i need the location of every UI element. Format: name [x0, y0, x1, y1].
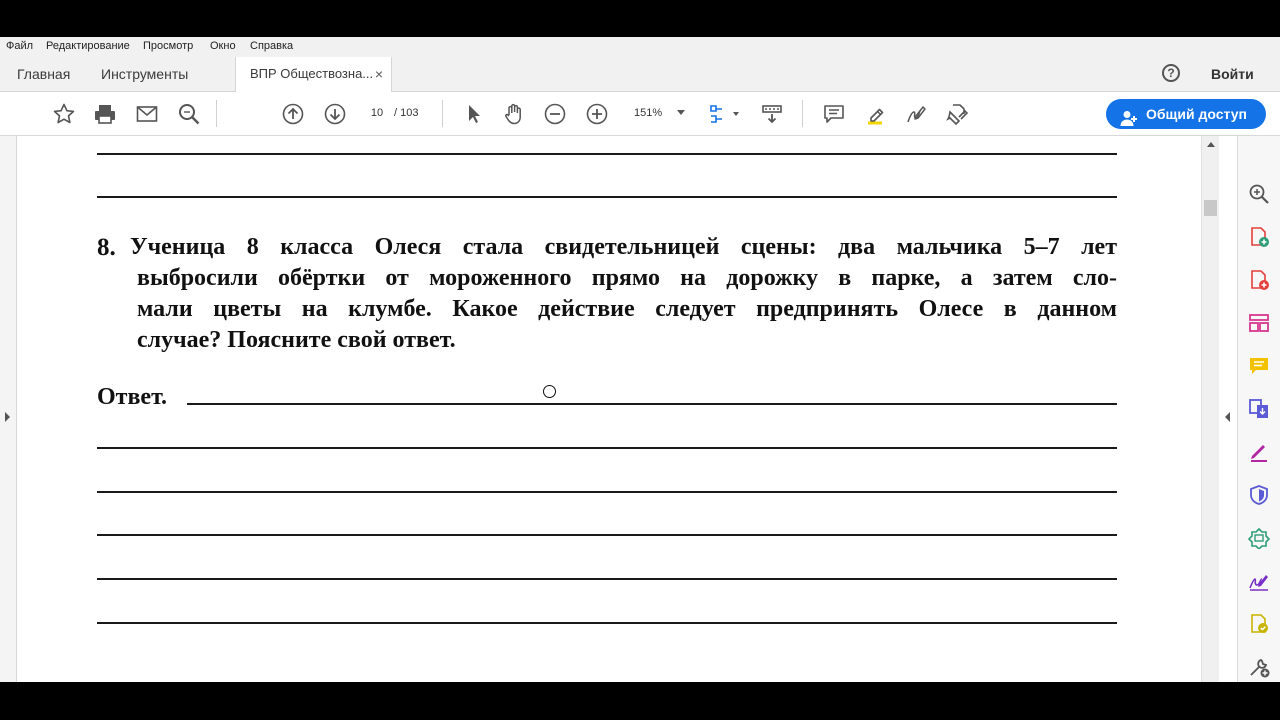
answer-rule: [97, 578, 1117, 580]
answer-rule: [97, 622, 1117, 624]
scroll-mode-icon[interactable]: [760, 102, 784, 126]
page-down-icon[interactable]: [323, 102, 347, 126]
answer-rule: [97, 196, 1117, 198]
answer-rule: [97, 491, 1117, 493]
menu-help[interactable]: Справка: [250, 40, 293, 52]
question-text-line: выбросили обёртки от мороженного прямо н…: [137, 265, 1117, 291]
page-total: / 103: [394, 107, 419, 119]
question-text-line: случае? Поясните свой ответ.: [137, 327, 456, 353]
tab-tools[interactable]: Инструменты: [101, 57, 188, 91]
help-icon[interactable]: ?: [1162, 64, 1180, 82]
zoom-select[interactable]: 151%: [626, 102, 688, 124]
mouse-cursor: [543, 385, 556, 398]
zoom-value: 151%: [634, 107, 663, 119]
question-number: 8.: [97, 234, 116, 261]
toolbar: 10 / 103 151% Общий доступ: [0, 92, 1280, 136]
hand-icon[interactable]: [502, 102, 526, 126]
menu-view[interactable]: Просмотр: [143, 40, 193, 52]
menu-file[interactable]: Файл: [6, 40, 33, 52]
mail-icon[interactable]: [135, 102, 159, 126]
page-up-icon[interactable]: [281, 102, 305, 126]
search-icon[interactable]: [177, 102, 201, 126]
share-button-label: Общий доступ: [1146, 106, 1247, 122]
zoom-out-icon[interactable]: [543, 102, 567, 126]
sign-in-button[interactable]: Войти: [1211, 57, 1254, 91]
collapse-icon: [1225, 412, 1230, 422]
star-icon[interactable]: [52, 102, 76, 126]
menu-bar: Файл Редактирование Просмотр Окно Справк…: [0, 37, 1280, 57]
protect-icon[interactable]: [1248, 484, 1270, 506]
tab-document[interactable]: ВПР Обществозна... ×: [235, 57, 392, 92]
fill-sign-icon[interactable]: [945, 102, 969, 126]
zoom-in-icon[interactable]: [585, 102, 609, 126]
scroll-up-icon[interactable]: [1207, 142, 1215, 147]
edit-pdf-icon[interactable]: [1248, 613, 1270, 635]
menu-window[interactable]: Окно: [210, 40, 236, 52]
left-panel-toggle[interactable]: [0, 136, 17, 682]
answer-label: Ответ.: [97, 384, 168, 410]
answer-rule: [187, 403, 1117, 405]
answer-rule: [97, 153, 1117, 155]
toolbar-separator: [802, 100, 803, 127]
vertical-scrollbar[interactable]: [1201, 136, 1220, 682]
more-tools-icon[interactable]: [1248, 656, 1270, 678]
question-text-line: Ученица 8 класса Олеся стала свидетельни…: [130, 234, 1117, 260]
fill-sign-tool-icon[interactable]: [1248, 441, 1270, 463]
comment-icon[interactable]: [822, 102, 846, 126]
export-pdf-icon[interactable]: [1248, 269, 1270, 291]
toolbar-separator: [442, 100, 443, 127]
share-user-icon: [1120, 106, 1138, 126]
toolbar-separator: [216, 100, 217, 127]
page-number-input[interactable]: 10: [362, 102, 392, 124]
enhance-scan-icon[interactable]: [1248, 183, 1270, 205]
chevron-down-icon[interactable]: [733, 112, 739, 116]
organize-pages-icon[interactable]: [1248, 312, 1270, 334]
scrollbar-thumb[interactable]: [1204, 200, 1217, 216]
fit-page-icon[interactable]: [707, 102, 731, 126]
create-pdf-icon[interactable]: [1248, 226, 1270, 248]
close-icon[interactable]: ×: [375, 57, 383, 91]
answer-rule: [97, 447, 1117, 449]
combine-files-icon[interactable]: [1248, 398, 1270, 420]
question-text-line: мали цветы на клумбе. Какое действие сле…: [137, 296, 1117, 322]
optimize-pdf-icon[interactable]: [1248, 527, 1270, 549]
tools-pane: [1237, 136, 1280, 682]
tab-document-label: ВПР Обществозна...: [250, 66, 374, 81]
menu-edit[interactable]: Редактирование: [46, 40, 130, 52]
chevron-down-icon: [677, 110, 685, 115]
tab-home[interactable]: Главная: [17, 57, 70, 91]
document-view[interactable]: 8. Ученица 8 класса Олеся стала свидетел…: [17, 136, 1201, 682]
highlight-icon[interactable]: [863, 102, 887, 126]
request-signature-icon[interactable]: [1248, 570, 1270, 592]
tab-bar: Главная Инструменты ВПР Обществозна... ×…: [0, 57, 1280, 92]
comment-tool-icon[interactable]: [1248, 355, 1270, 377]
share-button[interactable]: Общий доступ: [1106, 99, 1266, 129]
sign-icon[interactable]: [904, 102, 928, 126]
acrobat-window: Файл Редактирование Просмотр Окно Справк…: [0, 37, 1280, 682]
expand-left-icon: [5, 412, 10, 422]
answer-rule: [97, 534, 1117, 536]
right-panel-toggle[interactable]: [1219, 136, 1237, 682]
print-icon[interactable]: [93, 102, 117, 126]
select-cursor-icon[interactable]: [462, 102, 486, 126]
